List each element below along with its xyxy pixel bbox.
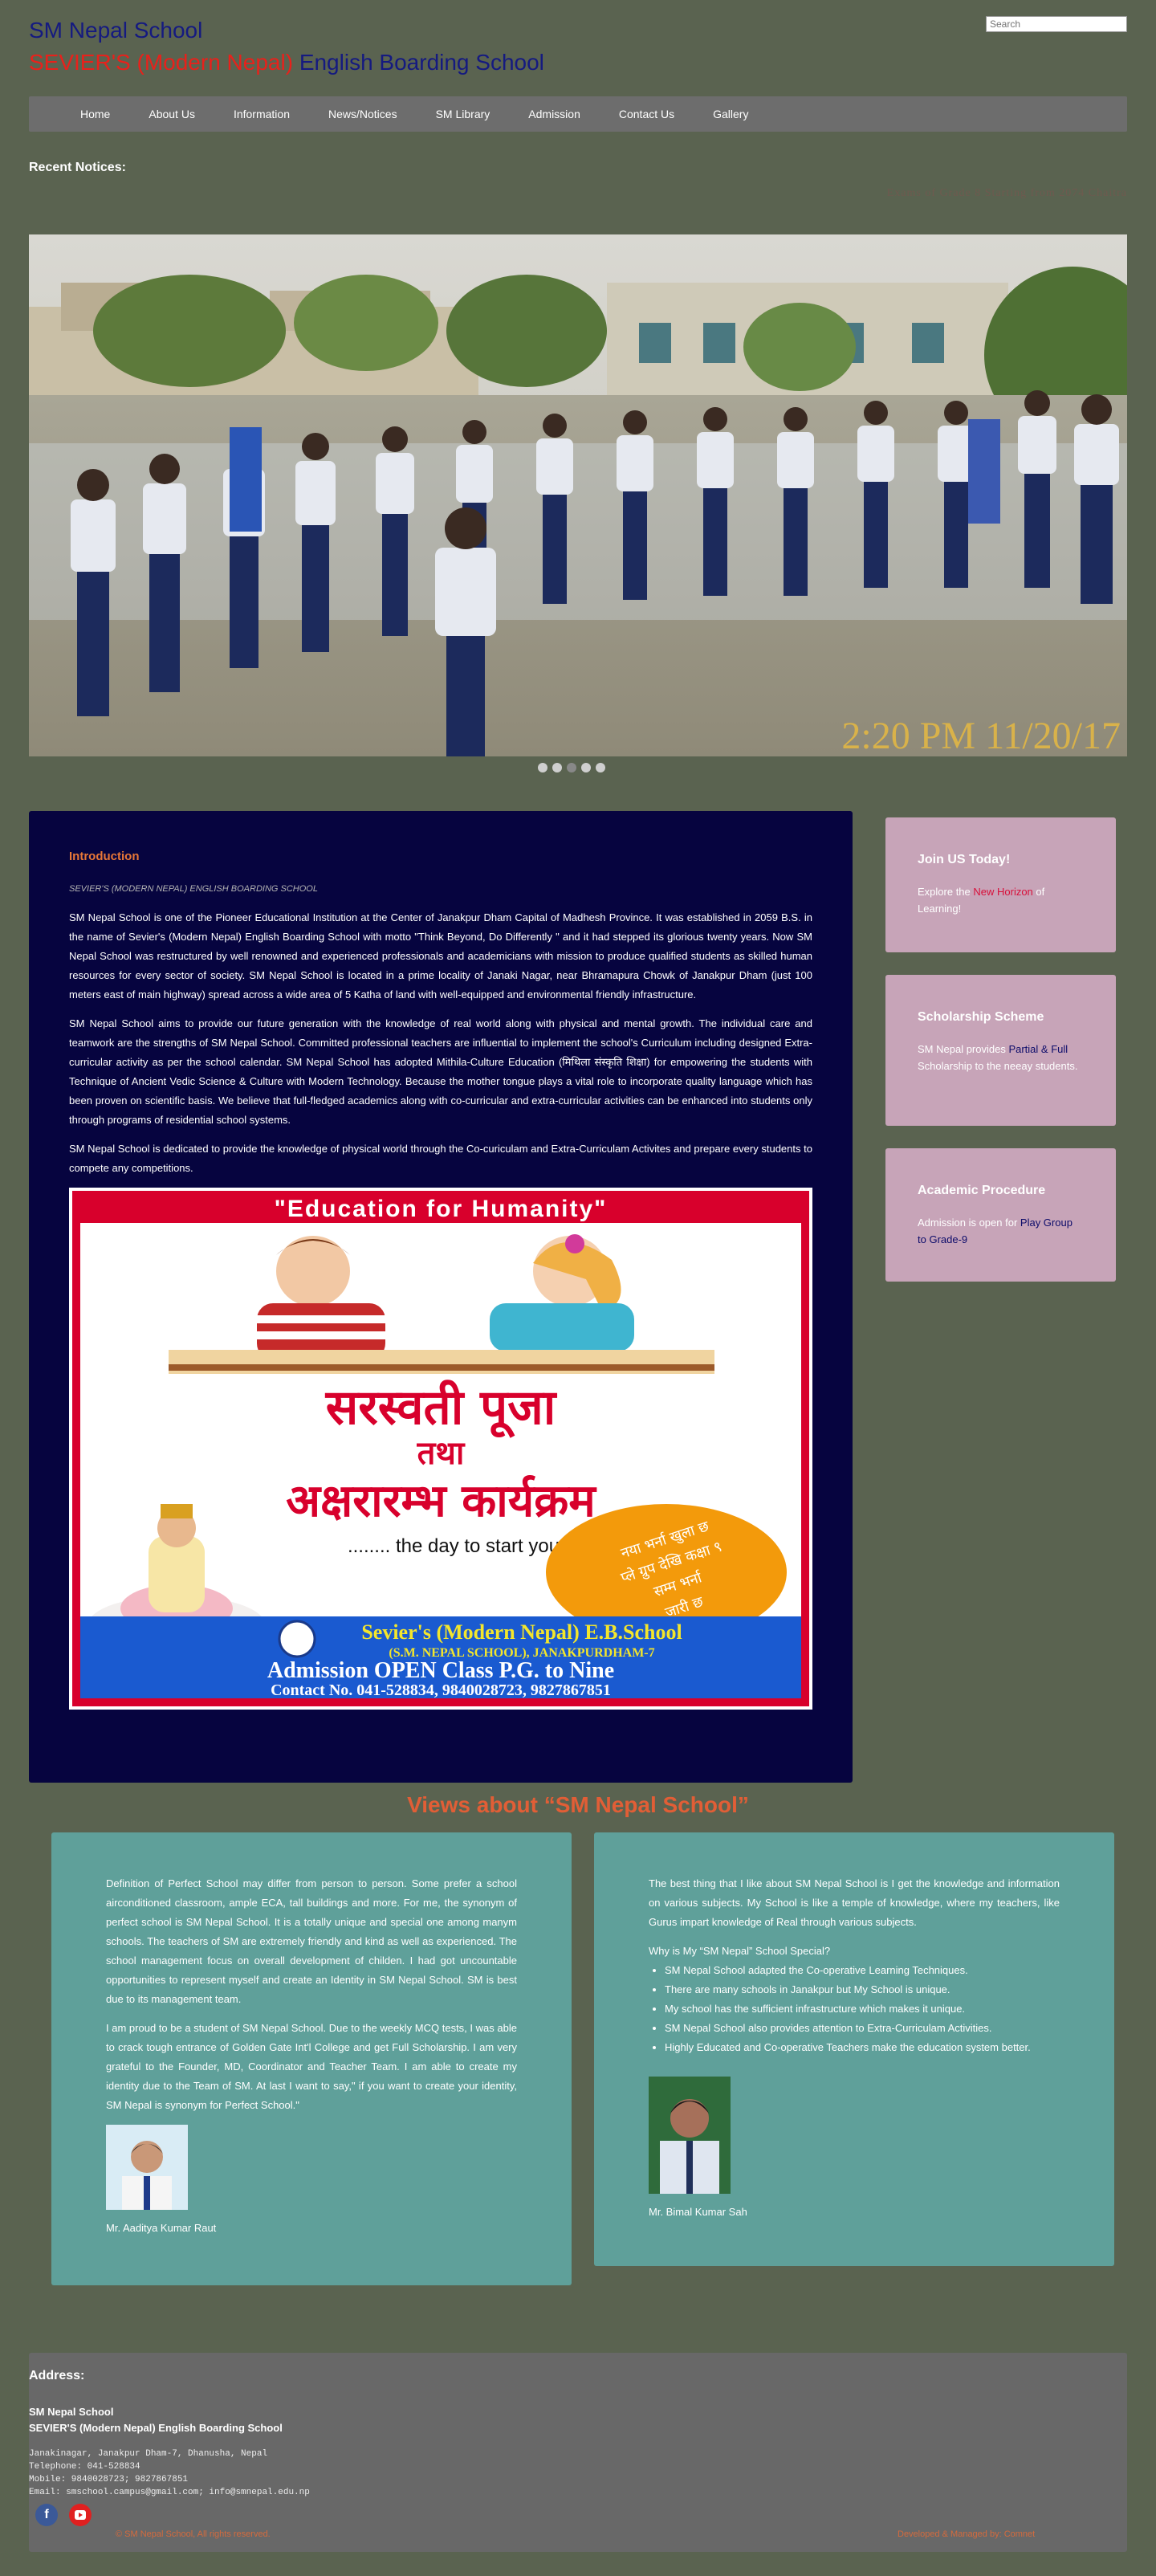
intro-paragraph-1: SM Nepal School is one of the Pioneer Ed… xyxy=(69,911,812,1001)
list-item: There are many schools in Janakpur but M… xyxy=(665,1980,1060,1999)
card-academic-title: Academic Procedure xyxy=(918,1184,1046,1197)
tagline-red: SEVIER'S (Modern Nepal) xyxy=(29,50,294,75)
poster-title-line2: तथा xyxy=(417,1435,466,1472)
footer-org-full-name: SEVIER'S (Modern Nepal) English Boarding… xyxy=(29,2422,283,2434)
card-scholarship[interactable]: Scholarship Scheme SM Nepal provides Par… xyxy=(885,975,1116,1126)
site-footer: Address: SM Nepal School SEVIER'S (Moder… xyxy=(29,2353,1127,2552)
site-tagline: SEVIER'S (Modern Nepal) English Boarding… xyxy=(29,50,544,75)
slider-dots xyxy=(538,763,605,772)
admission-poster: "Education for Humanity" सरस्वती पूजा तथ… xyxy=(69,1188,812,1710)
views-heading: Views about “SM Nepal School” xyxy=(407,1792,749,1817)
intro-paragraph-3: SM Nepal School is dedicated to provide … xyxy=(69,1143,812,1174)
nav-sm-library[interactable]: SM Library xyxy=(436,108,490,120)
list-item: SM Nepal School adapted the Co-operative… xyxy=(665,1961,1060,1980)
footer-address: Janakinagar, Janakpur Dham-7, Dhanusha, … xyxy=(29,2449,268,2459)
testimonial-left-name: Mr. Aaditya Kumar Raut xyxy=(106,2222,217,2234)
tagline-blue: English Boarding School xyxy=(299,50,544,75)
youtube-icon[interactable] xyxy=(69,2504,92,2526)
school-logo xyxy=(278,1620,316,1658)
nav-about-us[interactable]: About Us xyxy=(149,108,195,120)
card-academic-text: Admission is open for Play Group to Grad… xyxy=(918,1217,1073,1245)
footer-mobile: Mobile: 9840028723; 9827867851 xyxy=(29,2475,189,2484)
notice-marquee[interactable]: Exams of Grade 8 Starting from 2074 Chai… xyxy=(803,187,1127,200)
copyright-text: © SM Nepal School, All rights reserved. xyxy=(116,2529,271,2539)
hero-slider[interactable]: 2:20 PM 11/20/17 xyxy=(29,234,1127,756)
nav-admission[interactable]: Admission xyxy=(528,108,580,120)
address-heading: Address: xyxy=(29,2369,85,2382)
testimonial-left-paragraph-1: Definition of Perfect School may differ … xyxy=(106,1877,517,2005)
testimonial-right-bullets: SM Nepal School adapted the Co-operative… xyxy=(649,1961,1060,2057)
testimonial-right-name: Mr. Bimal Kumar Sah xyxy=(649,2206,747,2218)
nav-home[interactable]: Home xyxy=(80,108,110,120)
list-item: My school has the sufficient infrastruct… xyxy=(665,1999,1060,2019)
card-join-us-title: Join US Today! xyxy=(918,853,1011,866)
main-nav: Home About Us Information News/Notices S… xyxy=(29,96,1127,132)
developer-credit[interactable]: Developed & Managed by: Comnet xyxy=(898,2529,1035,2539)
facebook-icon[interactable]: f xyxy=(35,2504,58,2526)
list-item: Highly Educated and Co-operative Teacher… xyxy=(665,2038,1060,2057)
introduction-section: Introduction SEVIER'S (MODERN NEPAL) ENG… xyxy=(29,811,853,1783)
poster-title-line3: अक्षरारम्भ कार्यक्रम xyxy=(286,1474,597,1527)
nav-contact-us[interactable]: Contact Us xyxy=(619,108,674,120)
testimonial-right: The best thing that I like about SM Nepa… xyxy=(594,1832,1114,2266)
card-join-us-text: Explore the New Horizon of Learning! xyxy=(918,886,1045,915)
site-name[interactable]: SM Nepal School xyxy=(29,18,202,43)
slider-dot-3[interactable] xyxy=(567,763,576,772)
search-input[interactable] xyxy=(986,16,1127,32)
footer-email[interactable]: Email: smschool.campus@gmail.com; info@s… xyxy=(29,2486,1127,2499)
testimonial-left: Definition of Perfect School may differ … xyxy=(51,1832,572,2285)
footer-telephone: Telephone: 041-528834 xyxy=(29,2462,140,2472)
poster-admission: Admission OPEN Class P.G. to Nine xyxy=(267,1658,614,1683)
slider-dot-2[interactable] xyxy=(552,763,562,772)
recent-notices-heading: Recent Notices: xyxy=(29,161,126,174)
card-academic-procedure[interactable]: Academic Procedure Admission is open for… xyxy=(885,1148,1116,1282)
slider-dot-1[interactable] xyxy=(538,763,547,772)
nav-information[interactable]: Information xyxy=(234,108,290,120)
intro-paragraph-2: SM Nepal School aims to provide our futu… xyxy=(69,1017,812,1126)
testimonial-right-paragraph: The best thing that I like about SM Nepa… xyxy=(649,1877,1060,1928)
assembly-photo: 2:20 PM 11/20/17 xyxy=(29,234,1127,756)
testimonial-right-question: Why is My “SM Nepal” School Special? xyxy=(649,1945,831,1957)
avatar-aaditya xyxy=(106,2125,188,2210)
slider-timestamp: 2:20 PM 11/20/17 xyxy=(841,715,1121,756)
footer-org-name: SM Nepal School xyxy=(29,2406,114,2418)
nav-gallery[interactable]: Gallery xyxy=(713,108,748,120)
slider-dot-5[interactable] xyxy=(596,763,605,772)
poster-banner: "Education for Humanity" xyxy=(275,1196,608,1222)
nav-news-notices[interactable]: News/Notices xyxy=(328,108,397,120)
avatar-bimal xyxy=(649,2077,731,2194)
slider-dot-4[interactable] xyxy=(581,763,591,772)
testimonial-left-paragraph-2: I am proud to be a student of SM Nepal S… xyxy=(106,2022,517,2111)
card-join-us[interactable]: Join US Today! Explore the New Horizon o… xyxy=(885,817,1116,952)
poster-title-line1: सरस्वती पूजा xyxy=(325,1380,558,1438)
card-scholarship-title: Scholarship Scheme xyxy=(918,1010,1044,1024)
introduction-subheading: SEVIER'S (MODERN NEPAL) ENGLISH BOARDING… xyxy=(69,884,318,894)
poster-school-name: Sevier's (Modern Nepal) E.B.School xyxy=(361,1620,682,1644)
introduction-heading: Introduction xyxy=(69,850,140,863)
poster-contact: Contact No. 041-528834, 9840028723, 9827… xyxy=(271,1681,611,1699)
list-item: SM Nepal School also provides attention … xyxy=(665,2019,1060,2038)
card-scholarship-text: SM Nepal provides Partial & Full Scholar… xyxy=(918,1043,1078,1072)
